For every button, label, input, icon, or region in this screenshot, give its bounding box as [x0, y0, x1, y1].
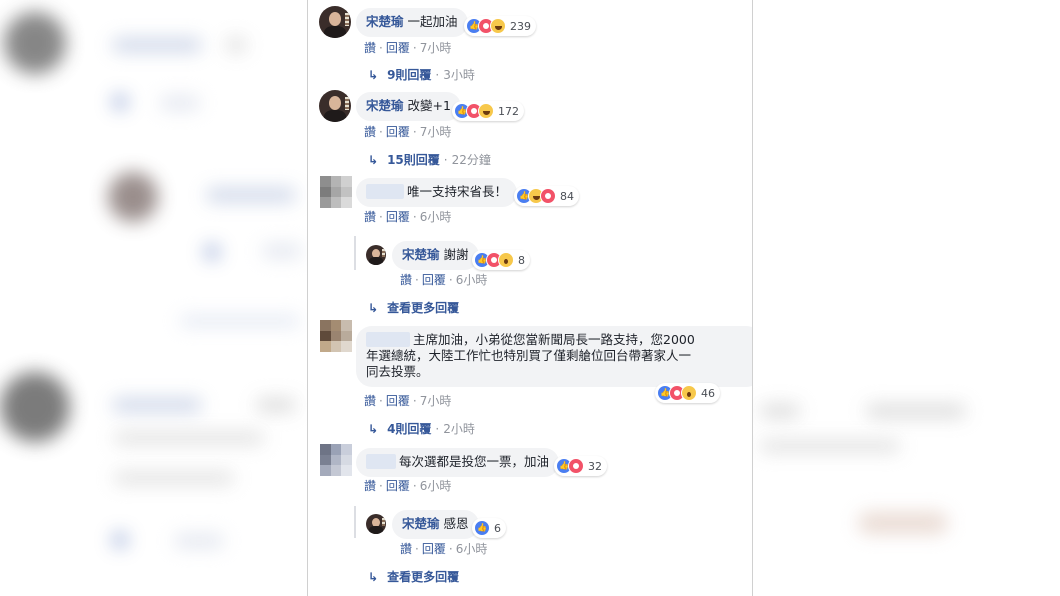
reaction-summary[interactable]: 👍 172	[452, 101, 524, 121]
reply-arrow-icon: ↳	[368, 300, 379, 315]
view-replies-link[interactable]: ↳ 4則回覆 · 2小時	[368, 420, 475, 437]
reaction-summary[interactable]: 👍 6	[472, 518, 506, 538]
like-link[interactable]: 讚	[400, 273, 412, 287]
reply-thread-line	[354, 506, 356, 538]
comment-text: 一起加油	[407, 14, 458, 29]
reaction-count: 6	[494, 521, 501, 535]
comment-actions: 讚 · 回覆 · 7小時	[364, 394, 452, 408]
comment-actions: 讚 · 回覆 · 6小時	[364, 479, 452, 493]
commenter-name[interactable]: 宋楚瑜	[366, 14, 404, 29]
comment-text: 謝謝	[443, 247, 469, 262]
reaction-count: 84	[560, 189, 574, 203]
comment-time[interactable]: 7小時	[420, 41, 452, 55]
comment-bubble: 宋楚瑜 改變+1	[356, 92, 461, 121]
reaction-summary[interactable]: 👍 239	[464, 16, 536, 36]
comment-text-line: 同去投票。	[366, 364, 429, 379]
like-link[interactable]: 讚	[364, 479, 376, 493]
commenter-avatar-pixelated[interactable]	[320, 176, 352, 208]
comment-actions: 讚 · 回覆 · 6小時	[400, 542, 488, 556]
like-link[interactable]: 讚	[364, 394, 376, 408]
comment-bubble: 主席加油，小弟從您當新聞局長一路支持，您2000 年選總統，大陸工作忙也特別買了…	[356, 326, 752, 387]
comment-text-line: 主席加油，小弟從您當新聞局長一路支持，您2000	[413, 332, 695, 347]
commenter-name[interactable]: 宋楚瑜	[402, 247, 440, 262]
comment-time[interactable]: 6小時	[456, 542, 488, 556]
like-link[interactable]: 讚	[400, 542, 412, 556]
view-more-replies-link[interactable]: ↳ 查看更多回覆	[368, 299, 459, 316]
reaction-count: 32	[588, 459, 602, 473]
reply-link[interactable]: 回覆	[386, 394, 410, 408]
comment-actions: 讚 · 回覆 · 7小時	[364, 125, 452, 139]
commenter-avatar-pixelated[interactable]	[320, 320, 352, 352]
reaction-summary[interactable]: 👍 8	[472, 250, 530, 270]
like-link[interactable]: 讚	[364, 125, 376, 139]
comment-bubble: 宋楚瑜 一起加油	[356, 8, 468, 37]
reply-link[interactable]: 回覆	[422, 273, 446, 287]
commenter-name-redacted[interactable]	[366, 454, 396, 469]
commenter-avatar-pixelated[interactable]	[320, 444, 352, 476]
commenter-name[interactable]: 宋楚瑜	[402, 516, 440, 531]
reaction-summary[interactable]: 👍 84	[514, 186, 579, 206]
reply-arrow-icon: ↳	[368, 421, 379, 436]
love-icon	[568, 458, 584, 474]
reply-link[interactable]: 回覆	[386, 479, 410, 493]
commenter-name[interactable]: 宋楚瑜	[366, 98, 404, 113]
comment-bubble: 每次選都是投您一票，加油	[356, 448, 560, 477]
reply-link[interactable]: 回覆	[386, 125, 410, 139]
reaction-count: 8	[518, 253, 525, 267]
commenter-avatar[interactable]	[319, 6, 351, 38]
like-link[interactable]: 讚	[364, 41, 376, 55]
like-link[interactable]: 讚	[364, 210, 376, 224]
reaction-count: 172	[498, 104, 519, 118]
haha-icon	[490, 18, 506, 34]
reply-link[interactable]: 回覆	[386, 210, 410, 224]
reaction-count: 46	[701, 386, 715, 400]
reaction-count: 239	[510, 19, 531, 33]
reaction-summary[interactable]: 👍 46	[655, 383, 720, 403]
reply-arrow-icon: ↳	[368, 152, 379, 167]
comment-text: 感恩	[443, 516, 469, 531]
commenter-avatar[interactable]	[319, 90, 351, 122]
comment-actions: 讚 · 回覆 · 7小時	[364, 41, 452, 55]
commenter-name-redacted[interactable]	[366, 332, 410, 347]
comment-text: 唯一支持宋省長！	[407, 184, 508, 199]
comment-text-line: 年選總統，大陸工作忙也特別買了僅剩艙位回台帶著家人一	[366, 348, 692, 363]
comment-thread-card: 宋楚瑜 一起加油 👍 239 讚 · 回覆 · 7小時 ↳ 9則回覆 · 3小時 宋楚瑜 改變+1 …	[307, 0, 753, 596]
comment-time[interactable]: 6小時	[420, 210, 452, 224]
comment-text: 改變+1	[407, 98, 451, 113]
like-icon: 👍	[474, 520, 490, 536]
reply-arrow-icon: ↳	[368, 67, 379, 82]
wow-icon	[681, 385, 697, 401]
comment-time[interactable]: 7小時	[420, 125, 452, 139]
commenter-avatar[interactable]	[366, 245, 386, 265]
reply-thread-line	[354, 236, 356, 270]
commenter-name-redacted[interactable]	[366, 184, 404, 199]
comment-bubble: 唯一支持宋省長！	[356, 178, 518, 207]
view-replies-link[interactable]: ↳ 15則回覆 · 22分鐘	[368, 151, 491, 168]
comment-time[interactable]: 6小時	[456, 273, 488, 287]
commenter-avatar[interactable]	[366, 514, 386, 534]
wow-icon	[498, 252, 514, 268]
view-more-replies-link[interactable]: ↳ 查看更多回覆	[368, 568, 459, 585]
haha-icon	[478, 103, 494, 119]
comment-time[interactable]: 7小時	[420, 394, 452, 408]
reply-link[interactable]: 回覆	[422, 542, 446, 556]
view-replies-link[interactable]: ↳ 9則回覆 · 3小時	[368, 66, 475, 83]
comment-actions: 讚 · 回覆 · 6小時	[400, 273, 488, 287]
comment-text: 每次選都是投您一票，加油	[399, 454, 550, 469]
reply-bubble: 宋楚瑜 謝謝	[392, 241, 479, 270]
reaction-summary[interactable]: 👍 32	[554, 456, 607, 476]
comment-actions: 讚 · 回覆 · 6小時	[364, 210, 452, 224]
reply-link[interactable]: 回覆	[386, 41, 410, 55]
reply-arrow-icon: ↳	[368, 569, 379, 584]
love-icon	[540, 188, 556, 204]
reply-bubble: 宋楚瑜 感恩	[392, 510, 479, 539]
comment-time[interactable]: 6小時	[420, 479, 452, 493]
